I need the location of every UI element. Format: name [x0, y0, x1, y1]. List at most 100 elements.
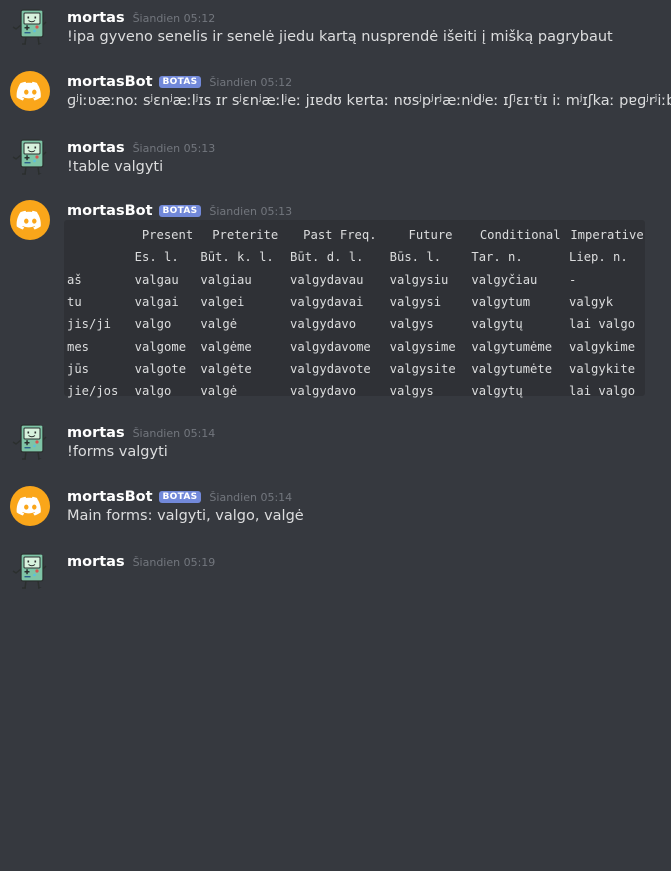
table-cell: valgome [134, 339, 187, 354]
table-header-cell: Es. l. [134, 250, 179, 265]
author-name[interactable]: mortas [67, 10, 125, 26]
table-cell: valgydavo [290, 317, 357, 332]
table-cell: valgo [134, 317, 172, 332]
author-name[interactable]: mortas [67, 425, 125, 441]
table-header-cell: Present [141, 228, 194, 243]
table-cell: jūs [67, 361, 90, 376]
bot-badge: BOTAS [158, 491, 202, 503]
author-name[interactable]: mortas [67, 554, 125, 570]
table-cell: valgiau [200, 272, 252, 287]
table-cell: valgėte [200, 361, 252, 376]
table-cell: valgytų [471, 317, 523, 332]
bmo-robot-icon[interactable] [10, 137, 50, 177]
table-cell: valgote [134, 361, 187, 376]
table-cell: valgykite [569, 361, 636, 376]
table-cell: valgytum [471, 295, 531, 310]
table-header-cell: Conditional [479, 228, 561, 243]
discord-logo-icon[interactable] [10, 71, 50, 111]
table-cell: jis/ji [67, 317, 112, 332]
author-name[interactable]: mortasBot [67, 489, 153, 505]
table-cell: valgydavai [290, 295, 364, 310]
bmo-robot-icon[interactable] [10, 7, 50, 47]
table-cell: lai valgo [569, 317, 636, 332]
message: mortasBot BOTAS Šiandien 05:13 Present Pret… [0, 200, 671, 400]
table-row: aš valgau valgiau valgydavau valgysiu valgyči… [67, 269, 645, 291]
table-cell: valgytumėme [471, 339, 553, 354]
message-header: mortas Šiandien 05:13 [67, 137, 215, 157]
table-cell: valgysite [389, 361, 456, 376]
timestamp: Šiandien 05:14 [132, 427, 216, 440]
message-text: Main forms: valgyti, valgo, valgė [67, 508, 304, 524]
table-header-row: Present Preterite Past Freq. Future Conditio… [67, 224, 645, 246]
table-cell: valgysiu [389, 272, 449, 287]
table-cell: valgydavo [290, 384, 357, 399]
table-cell: mes [67, 339, 90, 354]
discord-logo-icon[interactable] [10, 486, 50, 526]
table-cell: tu [67, 295, 82, 310]
message-header: mortas Šiandien 05:14 [67, 422, 215, 442]
table-row: tu valgai valgei valgydavai valgysi valgytum v… [67, 291, 645, 313]
table-header-cell: Būs. l. [389, 250, 442, 265]
table-cell: valgytų [471, 384, 523, 399]
message-text: ɡʲiːʋæːnoː sʲɛnʲæːlʲɪs ɪr sʲɛnʲæːlʲeː jɪ… [67, 93, 671, 109]
table-cell: valgysi [389, 295, 442, 310]
message: mortas Šiandien 05:19 [0, 551, 671, 591]
table-cell: valgėme [200, 339, 252, 354]
table-cell: valgė [200, 384, 238, 399]
table-cell: valgyčiau [471, 272, 538, 287]
message-header: mortasBot BOTAS Šiandien 05:14 [67, 486, 292, 506]
message: mortas Šiandien 05:12 !ipa gyveno senelis… [0, 7, 671, 47]
author-name[interactable]: mortasBot [67, 74, 153, 90]
timestamp: Šiandien 05:12 [209, 76, 293, 89]
table-row: jūs valgote valgėte valgydavote valgysite val… [67, 358, 645, 380]
table-cell: valgo [134, 384, 172, 399]
table-header-cell: Imperative [570, 228, 644, 243]
bmo-robot-icon[interactable] [10, 551, 50, 591]
message-text: !forms valgyti [67, 444, 168, 460]
table-header-cell [67, 246, 135, 268]
message-text: !ipa gyveno senelis ir senelė jiedu kart… [67, 29, 613, 45]
table-header-row: Es. l. Būt. k. l. Būt. d. l. Būs. l. Tar. n.… [67, 246, 645, 268]
message: mortasBot BOTAS Šiandien 05:12 ɡʲiːʋæːnoː … [0, 71, 671, 111]
table-cell: valgykime [569, 339, 636, 354]
message-header: mortasBot BOTAS Šiandien 05:12 [67, 71, 292, 91]
table-header-cell: Būt. k. l. [200, 250, 274, 265]
discord-logo-icon[interactable] [10, 200, 50, 240]
table-cell: - [569, 272, 577, 287]
table-header-cell: Tar. n. [471, 250, 523, 265]
timestamp: Šiandien 05:13 [209, 205, 293, 218]
timestamp: Šiandien 05:13 [132, 142, 216, 155]
message: mortas Šiandien 05:13 !table valgyti [0, 137, 671, 177]
table-header-cell: Past Freq. [303, 228, 377, 243]
table-row: mes valgome valgėme valgydavome valgysime val… [67, 335, 645, 357]
table-cell: valgydavau [290, 272, 364, 287]
timestamp: Šiandien 05:14 [209, 491, 293, 504]
timestamp: Šiandien 05:19 [132, 556, 216, 569]
table-header-cell: Preterite [212, 228, 279, 243]
bot-badge: BOTAS [158, 205, 202, 217]
table-cell: valgau [134, 272, 179, 287]
message: mortasBot BOTAS Šiandien 05:14 Main forms:… [0, 486, 671, 526]
table-header-cell: Future [408, 228, 453, 243]
author-name[interactable]: mortas [67, 140, 125, 156]
message-header: mortas Šiandien 05:19 [67, 551, 215, 571]
table-cell: valgydavote [290, 361, 371, 376]
table-cell: valgyk [569, 295, 614, 310]
table-cell: jie/jos [67, 384, 119, 399]
code-block: Present Preterite Past Freq. Future Conditio… [64, 220, 645, 398]
message-header: mortasBot BOTAS Šiandien 05:13 [67, 200, 292, 220]
table-cell: valgei [200, 295, 245, 310]
table-cell: valgys [389, 384, 434, 399]
table-header-cell: Būt. d. l. [290, 250, 364, 265]
table-cell: valgys [389, 317, 434, 332]
table-cell: valgė [200, 317, 238, 332]
table-row: jie/jos valgo valgė valgydavo valgys valgytų l… [67, 380, 645, 402]
table-row: jis/ji valgo valgė valgydavo valgys valgytų la… [67, 313, 645, 335]
table-cell: valgydavome [290, 339, 371, 354]
author-name[interactable]: mortasBot [67, 203, 153, 219]
table-cell: lai valgo [569, 384, 636, 399]
message-text: !table valgyti [67, 159, 164, 175]
bmo-robot-icon[interactable] [10, 422, 50, 462]
table-cell: valgysime [389, 339, 456, 354]
message-header: mortas Šiandien 05:12 [67, 7, 215, 27]
